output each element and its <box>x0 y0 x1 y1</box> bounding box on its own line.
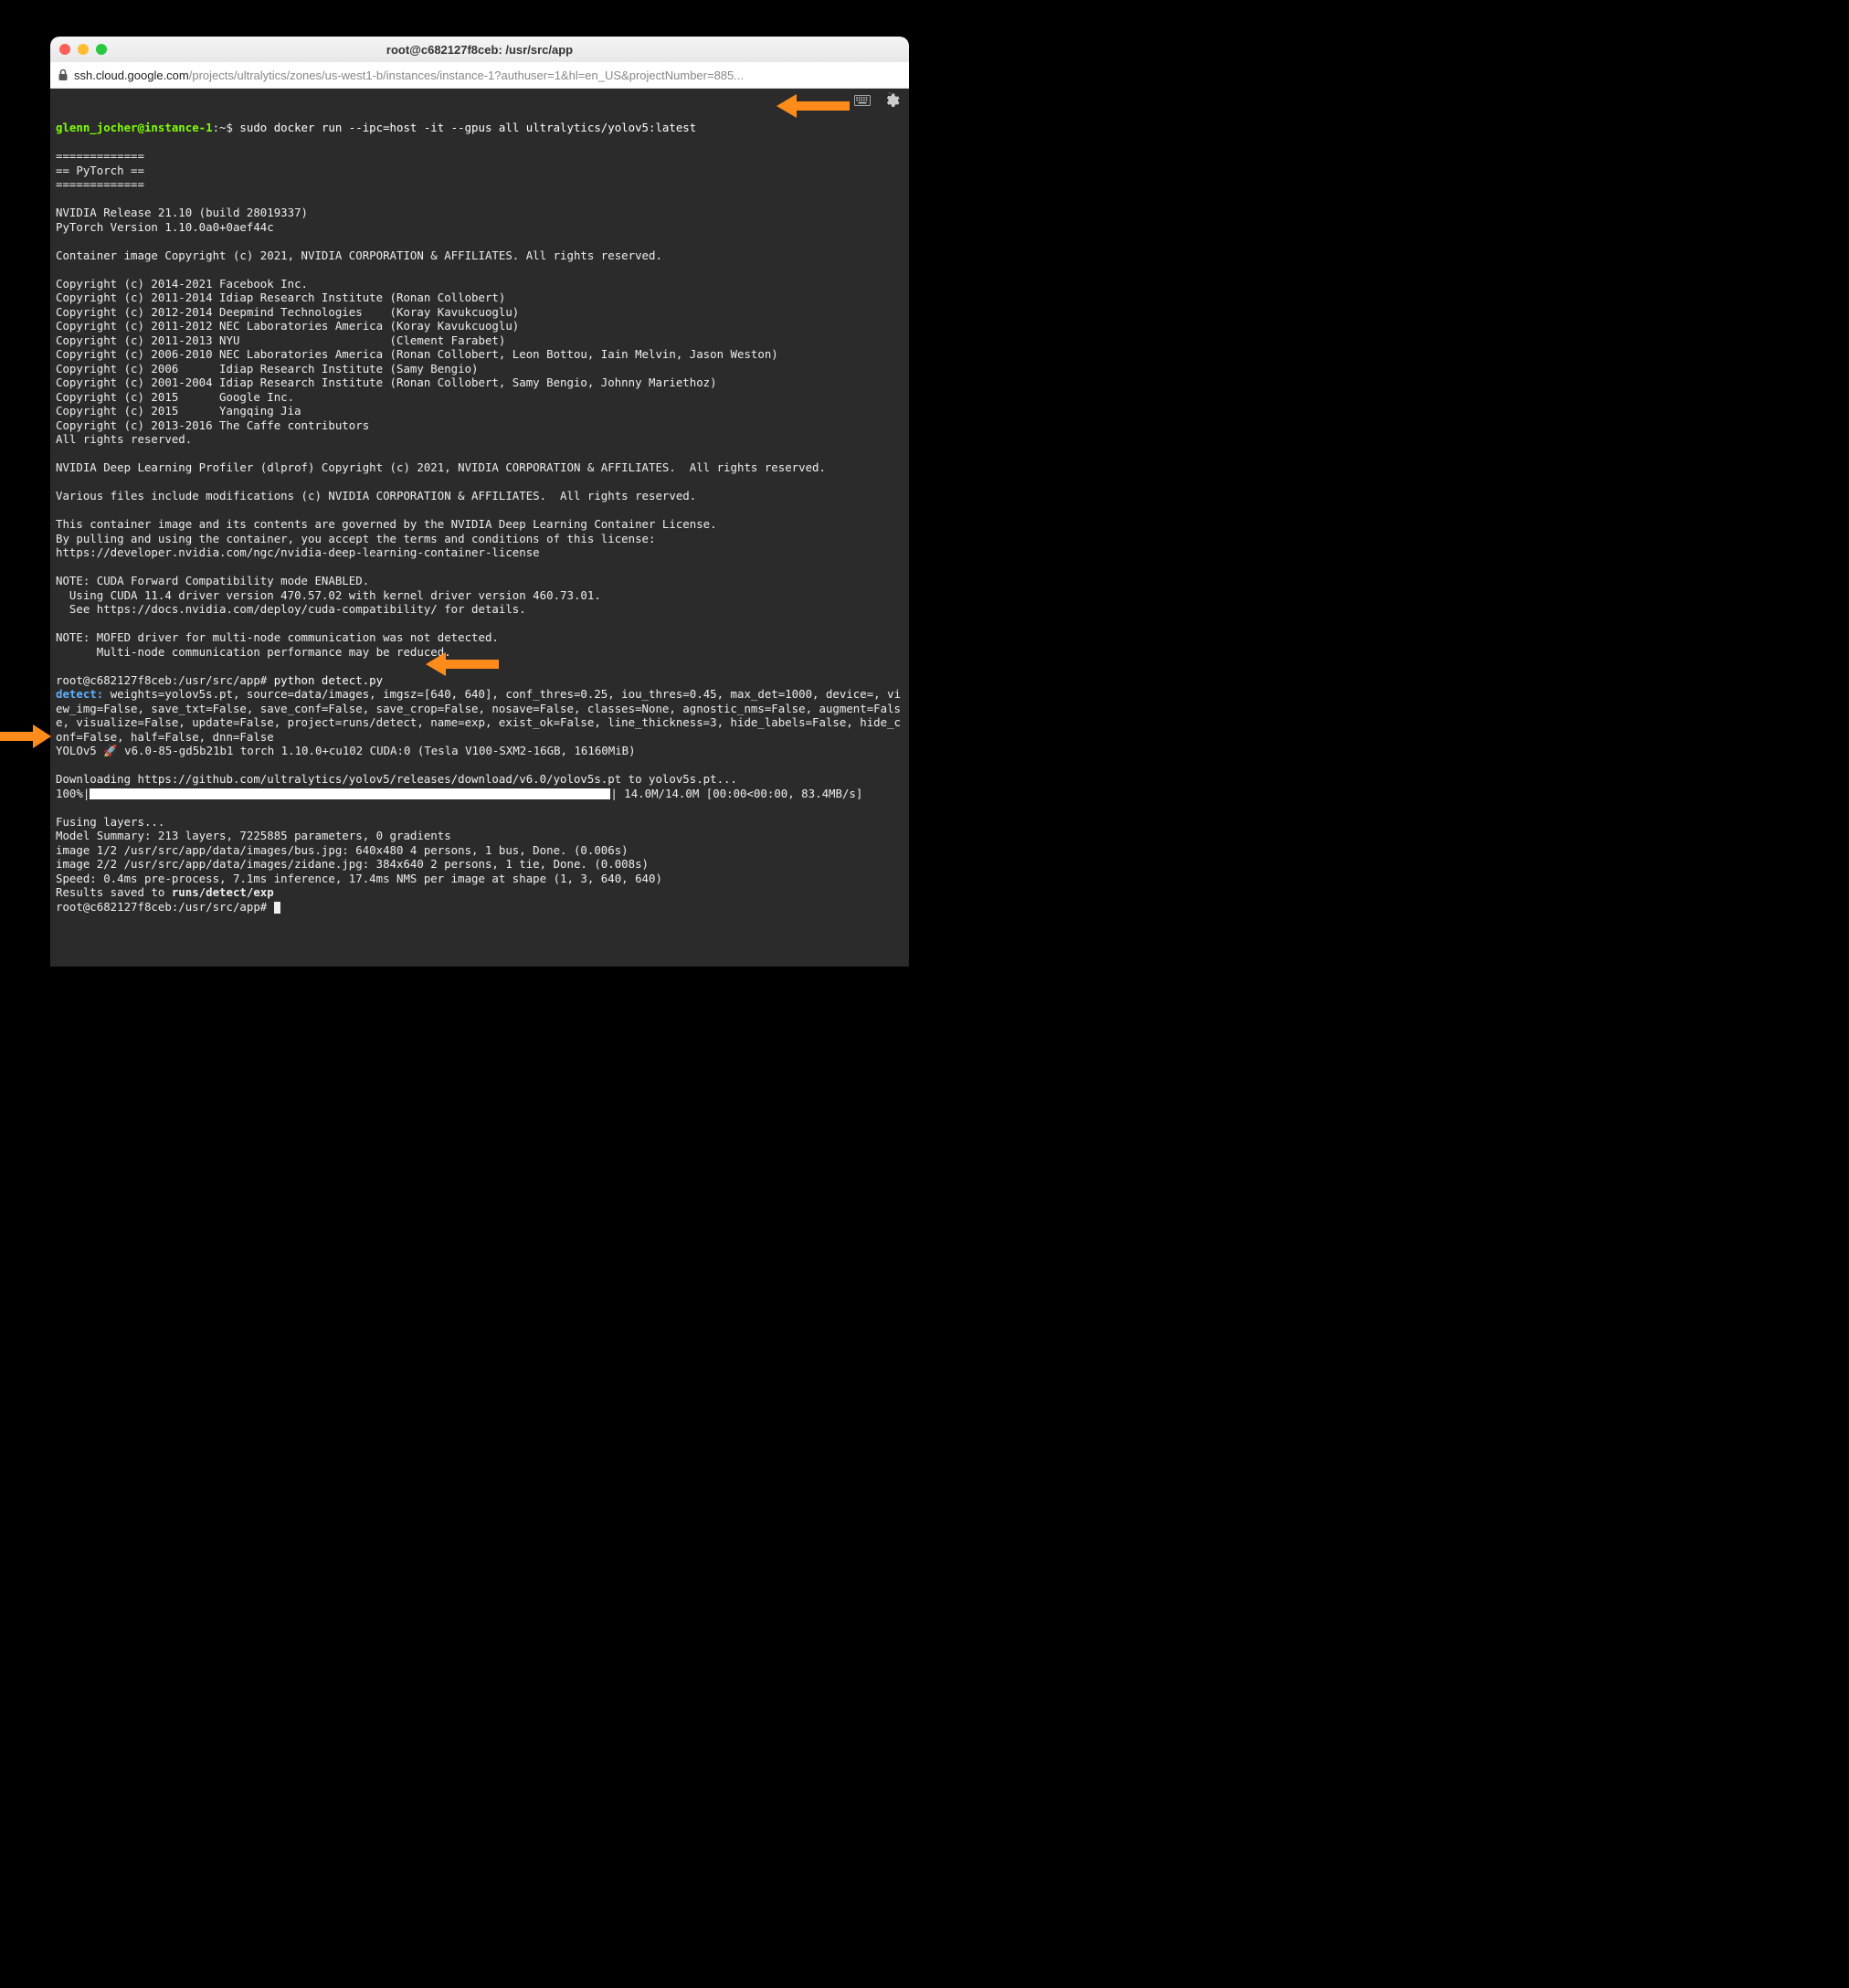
copyright-line: Copyright (c) 2015 Google Inc. <box>56 390 294 404</box>
copyright-line: Copyright (c) 2001-2004 Idiap Research I… <box>56 375 717 389</box>
results-line: Results saved to runs/detect/exp <box>56 885 274 899</box>
settings-icon[interactable] <box>883 92 900 109</box>
banner-line: == PyTorch == <box>56 164 144 177</box>
model-summary-line: Model Summary: 213 layers, 7225885 param… <box>56 829 451 842</box>
prompt-root: root@c682127f8ceb:/usr/src/app# <box>56 673 274 687</box>
copyright-line: Copyright (c) 2013-2016 The Caffe contri… <box>56 418 369 432</box>
detect-params: weights=yolov5s.pt, source=data/images, … <box>56 687 901 744</box>
annotation-arrow <box>0 726 51 745</box>
note-cuda-line: See https://docs.nvidia.com/deploy/cuda-… <box>56 602 526 616</box>
prompt-sep: :~$ <box>213 121 240 134</box>
banner-line: ============= <box>56 149 144 163</box>
yolo-version-line: YOLOv5 🚀 v6.0-85-gd5b21b1 torch 1.10.0+c… <box>56 744 636 757</box>
copyright-line: Copyright (c) 2011-2014 Idiap Research I… <box>56 291 505 304</box>
results-prefix: Results saved to <box>56 885 172 899</box>
pytorch-version: PyTorch Version 1.10.0a0+0aef44c <box>56 220 274 234</box>
detect-line: detect: weights=yolov5s.pt, source=data/… <box>56 687 903 744</box>
image-result-line: image 1/2 /usr/src/app/data/images/bus.j… <box>56 843 629 857</box>
copyright-line: Copyright (c) 2015 Yangqing Jia <box>56 404 301 418</box>
keyboard-icon[interactable] <box>854 92 871 109</box>
line-prompt2: root@c682127f8ceb:/usr/src/app# python d… <box>56 673 383 687</box>
license-line: This container image and its contents ar… <box>56 517 717 531</box>
copyright-line: All rights reserved. <box>56 432 192 446</box>
close-window-button[interactable] <box>59 44 70 55</box>
url-path: /projects/ultralytics/zones/us-west1-b/i… <box>189 69 744 82</box>
terminal-content[interactable]: glenn_jocher@instance-1:~$ sudo docker r… <box>50 89 909 967</box>
detect-label: detect: <box>56 687 111 701</box>
copyright-line: Copyright (c) 2006 Idiap Research Instit… <box>56 362 479 375</box>
various-line: Various files include modifications (c) … <box>56 489 696 502</box>
license-line: By pulling and using the container, you … <box>56 532 655 545</box>
progress-stats: | 14.0M/14.0M [00:00<00:00, 83.4MB/s] <box>610 787 862 800</box>
banner-line: ============= <box>56 177 144 191</box>
terminal-window: root@c682127f8ceb: /usr/src/app ssh.clou… <box>50 37 909 967</box>
copyright-line: Copyright (c) 2011-2012 NEC Laboratories… <box>56 319 519 333</box>
prompt-cmd2: python detect.py <box>274 673 383 687</box>
speed-line: Speed: 0.4ms pre-process, 7.1ms inferenc… <box>56 872 662 885</box>
window-controls <box>59 44 107 55</box>
window-titlebar: root@c682127f8ceb: /usr/src/app <box>50 37 909 62</box>
minimize-window-button[interactable] <box>78 44 89 55</box>
dlprof-line: NVIDIA Deep Learning Profiler (dlprof) C… <box>56 460 826 474</box>
nvidia-copyright: Container image Copyright (c) 2021, NVID… <box>56 248 662 262</box>
maximize-window-button[interactable] <box>96 44 107 55</box>
prompt-user: glenn_jocher@instance-1 <box>56 121 213 134</box>
url-bar[interactable]: ssh.cloud.google.com/projects/ultralytic… <box>50 62 909 89</box>
copyright-line: Copyright (c) 2011-2013 NYU (Clement Far… <box>56 333 505 347</box>
copyright-line: Copyright (c) 2006-2010 NEC Laboratories… <box>56 347 778 361</box>
terminal-top-icons <box>854 92 900 109</box>
lock-icon <box>58 69 69 81</box>
url-host: ssh.cloud.google.com <box>74 69 189 82</box>
prompt-cmd: sudo docker run --ipc=host -it --gpus al… <box>239 121 696 134</box>
note-cuda-line: Using CUDA 11.4 driver version 470.57.02… <box>56 588 601 602</box>
line-prompt3: root@c682127f8ceb:/usr/src/app# <box>56 900 280 914</box>
image-result-line: image 2/2 /usr/src/app/data/images/zidan… <box>56 857 649 871</box>
download-line: Downloading https://github.com/ultralyti… <box>56 772 737 786</box>
progress-line: 100%|| 14.0M/14.0M [00:00<00:00, 83.4MB/… <box>56 787 862 800</box>
copyright-line: Copyright (c) 2014-2021 Facebook Inc. <box>56 277 308 291</box>
note-mofed-line: Multi-node communication performance may… <box>56 645 451 659</box>
cursor <box>274 902 280 914</box>
nvidia-release: NVIDIA Release 21.10 (build 28019337) <box>56 206 308 219</box>
note-cuda-line: NOTE: CUDA Forward Compatibility mode EN… <box>56 574 369 587</box>
progress-bar <box>90 788 610 799</box>
fusing-line: Fusing layers... <box>56 815 164 829</box>
note-mofed-line: NOTE: MOFED driver for multi-node commun… <box>56 630 499 644</box>
prompt-root-final: root@c682127f8ceb:/usr/src/app# <box>56 900 274 914</box>
license-line: https://developer.nvidia.com/ngc/nvidia-… <box>56 545 540 559</box>
copyright-line: Copyright (c) 2012-2014 Deepmind Technol… <box>56 305 519 319</box>
results-path: runs/detect/exp <box>172 885 274 899</box>
window-title: root@c682127f8ceb: /usr/src/app <box>50 43 909 57</box>
line-prompt1: glenn_jocher@instance-1:~$ sudo docker r… <box>56 121 696 134</box>
progress-pct: 100% <box>56 787 83 800</box>
